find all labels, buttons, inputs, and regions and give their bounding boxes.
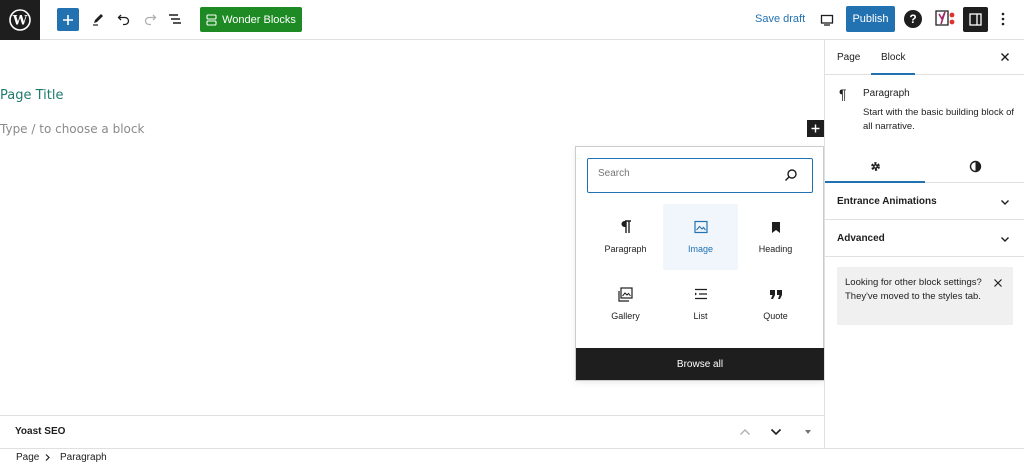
wordpress-logo-button[interactable]: W (0, 0, 40, 40)
notice-text: Looking for other block settings? They'v… (845, 277, 982, 302)
chevron-right-icon (45, 454, 50, 461)
desktop-preview-icon (820, 14, 834, 26)
svg-text:W: W (12, 14, 28, 29)
yoast-seo-title[interactable]: Yoast SEO (15, 426, 65, 437)
move-down-button[interactable] (768, 424, 784, 440)
redo-button[interactable] (142, 7, 158, 31)
block-option-label: Paragraph (604, 244, 647, 254)
gear-icon (870, 162, 880, 171)
options-button[interactable] (996, 7, 1010, 31)
block-card-title: Paragraph (863, 88, 910, 99)
block-option-label: Image (687, 244, 713, 254)
tools-button[interactable] (90, 7, 106, 31)
paragraph-icon: ¶ (839, 86, 847, 102)
image-icon (693, 220, 708, 234)
tab-block[interactable]: Block (870, 40, 917, 75)
page-title-field[interactable]: Page Title (0, 88, 63, 103)
caret-down-icon (805, 430, 811, 434)
close-icon[interactable] (993, 278, 1003, 288)
chevron-up-icon (740, 429, 750, 435)
editor-toolbar: W Wonder Blocks Save draft Publish ? (0, 0, 1024, 40)
panel-entrance-animations[interactable]: Entrance Animations (825, 183, 1024, 220)
add-block-button[interactable] (57, 8, 79, 31)
breadcrumb-item[interactable]: Paragraph (60, 452, 107, 463)
block-option-list[interactable]: List (663, 271, 738, 337)
tab-page[interactable]: Page (837, 40, 860, 75)
list-icon (694, 288, 707, 300)
wonder-blocks-label: Wonder Blocks (222, 13, 296, 26)
publish-button[interactable]: Publish (846, 6, 895, 32)
block-option-label: List (693, 311, 708, 321)
yoast-button[interactable] (932, 7, 956, 31)
block-option-label: Quote (763, 311, 788, 321)
list-view-icon (169, 14, 181, 24)
more-vertical-icon (1001, 12, 1005, 26)
list-view-button[interactable] (167, 7, 183, 31)
block-inserter-popover: Paragraph Image Heading (575, 146, 824, 381)
undo-button[interactable] (116, 7, 132, 31)
panel-title: Advanced (837, 233, 885, 244)
block-placeholder[interactable]: Type / to choose a block (0, 122, 144, 136)
settings-sidebar: Page Block ¶ Paragraph Start with the ba… (824, 40, 1024, 448)
close-icon[interactable] (999, 51, 1011, 63)
styles-moved-notice: Looking for other block settings? They'v… (837, 267, 1013, 325)
block-card-description: Start with the basic building block of a… (863, 107, 1015, 132)
breadcrumb-item[interactable]: Page (16, 452, 39, 463)
chevron-down-icon (770, 428, 782, 436)
block-option-heading[interactable]: Heading (738, 204, 813, 270)
search-icon (785, 169, 797, 181)
wonder-blocks-button[interactable]: Wonder Blocks (200, 7, 302, 32)
paragraph-icon (621, 220, 631, 233)
quote-icon (769, 290, 782, 299)
breadcrumb: Page Paragraph (0, 448, 1024, 463)
move-up-button[interactable] (737, 424, 753, 440)
bookmark-heading-icon (771, 221, 780, 233)
help-button[interactable]: ? (904, 10, 922, 28)
redo-icon (144, 14, 157, 26)
block-option-label: Gallery (611, 311, 640, 321)
settings-sidebar-toggle[interactable] (963, 7, 988, 32)
inline-add-block-button[interactable] (807, 120, 824, 137)
styles-icon (969, 160, 981, 173)
panel-title: Entrance Animations (837, 196, 937, 207)
plus-icon (63, 14, 73, 25)
tab-settings[interactable] (825, 150, 925, 183)
chevron-down-icon (1001, 237, 1009, 242)
yoast-seo-panel: Yoast SEO (0, 415, 824, 448)
block-option-gallery[interactable]: Gallery (588, 271, 663, 337)
block-option-image[interactable]: Image (663, 204, 738, 270)
undo-icon (117, 14, 130, 26)
inserter-search-box (587, 158, 813, 193)
sidebar-toggle-icon (969, 13, 982, 26)
toggle-panel-button[interactable] (800, 424, 816, 440)
pencil-icon (93, 14, 103, 26)
sidebar-tabs: Page Block (825, 40, 1024, 75)
tab-styles[interactable] (925, 150, 1024, 183)
preview-button[interactable] (819, 8, 835, 32)
block-settings-tabs (825, 150, 1024, 183)
block-option-quote[interactable]: Quote (738, 271, 813, 337)
wordpress-logo-icon: W (9, 9, 31, 31)
wonder-blocks-icon (206, 13, 217, 26)
yoast-icon (935, 10, 955, 26)
save-draft-button[interactable]: Save draft (755, 13, 805, 25)
gallery-icon (618, 286, 633, 302)
plus-icon (811, 124, 820, 133)
block-option-paragraph[interactable]: Paragraph (588, 204, 663, 270)
block-option-label: Heading (758, 244, 793, 254)
search-input[interactable] (598, 168, 768, 179)
panel-advanced[interactable]: Advanced (825, 220, 1024, 257)
browse-all-button[interactable]: Browse all (576, 348, 824, 380)
chevron-down-icon (1001, 200, 1009, 205)
